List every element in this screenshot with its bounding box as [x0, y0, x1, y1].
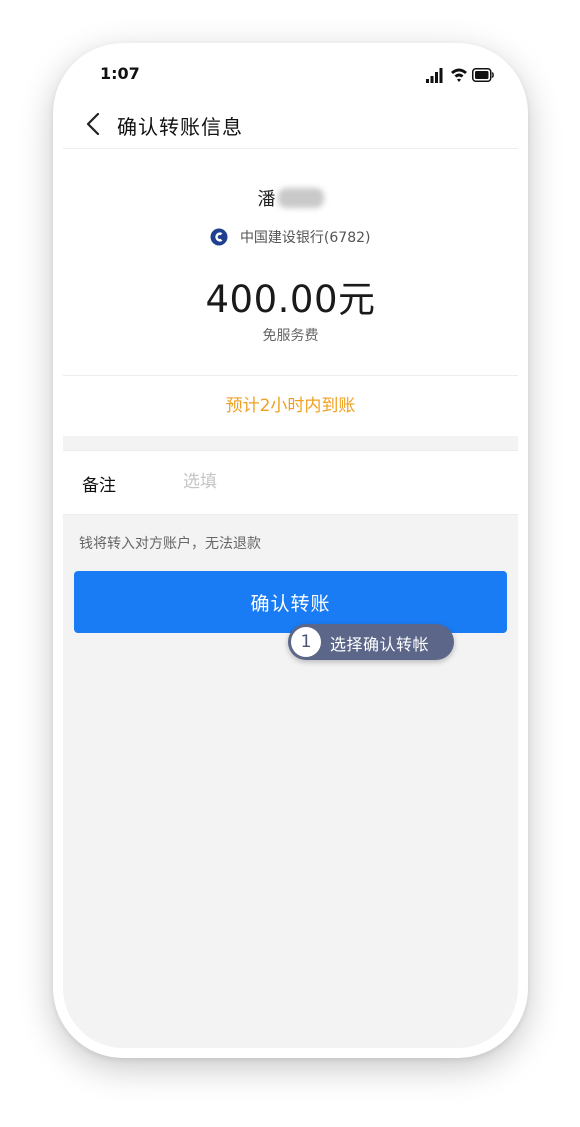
- status-bar: 1:07: [63, 53, 518, 101]
- wifi-icon: [451, 68, 467, 82]
- bank-name: 中国建设银行(6782): [239, 230, 371, 246]
- step-tooltip: 1 选择确认转帐: [288, 624, 454, 660]
- fee-note: 免服务费: [262, 328, 319, 344]
- nav-bar: 确认转账信息: [63, 101, 518, 149]
- remark-label: 备注: [82, 476, 116, 496]
- refund-warning: 钱将转入对方账户，无法退款: [79, 536, 261, 552]
- transfer-amount: 400.00元: [205, 278, 376, 321]
- confirm-transfer-button[interactable]: 确认转账: [74, 571, 507, 633]
- bank-row: 中国建设银行(6782): [63, 227, 518, 247]
- status-time: 1:07: [100, 64, 140, 83]
- phone-screen: 1:07 确认转账信息 潘 中国建设银行(6782) 400.00元 免服务费 …: [63, 53, 518, 1048]
- step-tooltip-text: 选择确认转帐: [330, 635, 430, 654]
- battery-icon: [472, 68, 494, 82]
- remark-input[interactable]: [183, 463, 483, 501]
- step-number-badge: 1: [291, 627, 321, 657]
- payee-name-blurred: [277, 188, 324, 208]
- payee-name-row: 潘: [63, 185, 518, 211]
- payee-name: 潘: [257, 189, 276, 210]
- status-icons: [426, 68, 494, 83]
- stage: 1:07 确认转账信息 潘 中国建设银行(6782) 400.00元 免服务费 …: [0, 0, 580, 1127]
- page-title: 确认转账信息: [117, 115, 243, 139]
- chevron-left-icon[interactable]: [83, 110, 105, 138]
- signal-icon: [426, 68, 443, 83]
- payee-card: 潘 中国建设银行(6782) 400.00元 免服务费: [63, 149, 518, 376]
- phone-frame: 1:07 确认转账信息 潘 中国建设银行(6782) 400.00元 免服务费 …: [53, 43, 528, 1058]
- arrival-estimate: 预计2小时内到账: [63, 376, 518, 436]
- ccb-bank-logo-icon: [210, 228, 228, 246]
- remark-row: 备注: [63, 450, 518, 515]
